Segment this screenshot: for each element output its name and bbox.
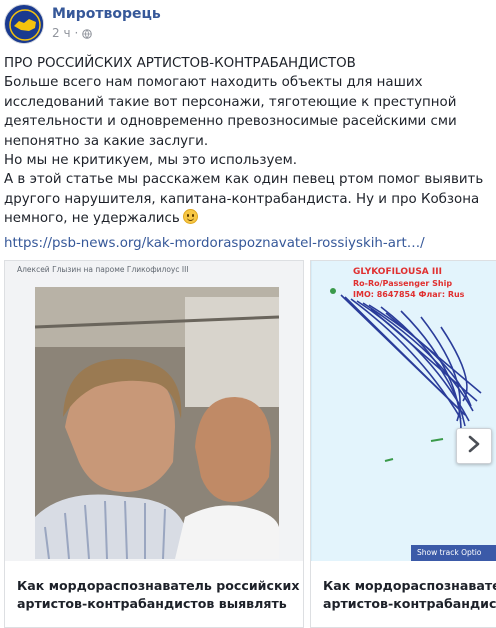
post-time[interactable]: 2 ч: [52, 26, 71, 40]
link-carousel: Алексей Глызин на пароме Гликофилоус III…: [0, 260, 496, 628]
globe-icon: [82, 28, 93, 39]
map-ship-name: GLYKOFILOUSA III: [353, 267, 442, 277]
page-name[interactable]: Миротворець: [52, 6, 161, 22]
post-header: Миротворець 2 ч ·: [4, 4, 492, 44]
ship-track-map: [311, 261, 496, 561]
carousel-card-1[interactable]: Алексей Глызин на пароме Гликофилоус III…: [4, 260, 304, 628]
card-title[interactable]: Как мордораспознаватель российс артистов…: [323, 577, 496, 613]
card-photo[interactable]: Алексей Глызин на пароме Гликофилоус III: [5, 261, 303, 561]
post-line: ПРО РОССИЙСКИХ АРТИСТОВ-КОНТРАБАНДИСТОВ: [4, 56, 356, 71]
photo-caption: Алексей Глызин на пароме Гликофилоус III: [17, 265, 189, 274]
post-meta: 2 ч ·: [52, 26, 93, 40]
post-line: деятельности и одновременно превозносимы…: [4, 114, 457, 130]
selfie-photo: [35, 287, 279, 559]
article-link[interactable]: https://psb-news.org/kak-mordoraspoznava…: [4, 236, 425, 251]
post-line: другого нарушителя, капитана-контрабанди…: [4, 191, 480, 207]
chevron-right-icon: [467, 435, 481, 457]
page-avatar[interactable]: [4, 4, 44, 44]
post-line: непонятно за какие заслуги.: [4, 133, 209, 149]
post-line-last: немного, не удержались: [4, 209, 492, 228]
post-line: исследований такие вот персонажи, тяготе…: [4, 94, 457, 110]
post-line: Больше всего нам помогают находить объек…: [4, 75, 423, 91]
post-line: А в этой статье мы расскажем как один пе…: [4, 172, 484, 188]
carousel-next-button[interactable]: [456, 428, 492, 464]
card-map[interactable]: GLYKOFILOUSA III Ro-Ro/Passenger Ship IM…: [311, 261, 496, 561]
show-track-button[interactable]: Show track Optio: [411, 545, 496, 561]
map-ship-imo: IMO: 8647854 Флаг: Rus: [353, 290, 465, 299]
post-line: Но мы не критикуем, мы это используем.: [4, 153, 297, 169]
smile-emoji-icon: [182, 209, 198, 225]
card-title[interactable]: Как мордораспознаватель российских артис…: [17, 577, 299, 613]
post-text: ПРО РОССИЙСКИХ АРТИСТОВ-КОНТРАБАНДИСТОВ …: [4, 54, 492, 229]
map-ship-type: Ro-Ro/Passenger Ship: [353, 279, 453, 288]
